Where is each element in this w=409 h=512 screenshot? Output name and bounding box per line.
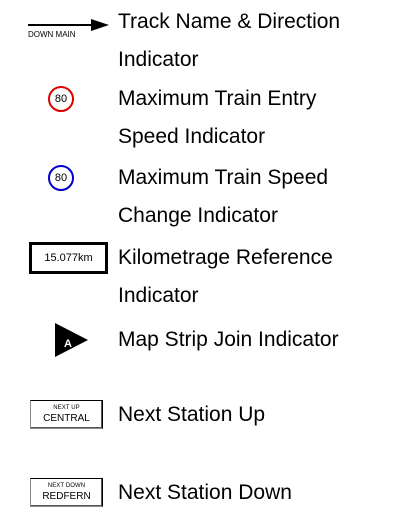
triangle-pointer-icon: A [55,323,88,357]
kilometrage-description-line1: Kilometrage Reference [118,246,333,269]
next-up-description: Next Station Up [118,403,266,426]
entry-speed-sign-icon: 80 [48,86,74,112]
track-name-label: DOWN MAIN [28,30,76,39]
next-station-down-box: NEXT DOWN REDFERN [30,478,103,507]
next-up-station-name: CENTRAL [43,413,90,424]
entry-speed-description-line1: Maximum Train Entry [118,87,317,110]
next-down-caption: NEXT DOWN [47,483,86,489]
speed-change-sign-icon: 80 [48,165,74,191]
kilometrage-value: 15.077km [44,252,93,264]
strip-join-description: Map Strip Join Indicator [118,328,339,351]
next-down-description: Next Station Down [118,481,292,504]
next-up-caption: NEXT UP [53,405,80,411]
track-description-line2: Indicator [118,48,199,71]
strip-join-letter: A [64,338,72,350]
entry-speed-value: 80 [54,93,68,105]
kilometrage-description-line2: Indicator [118,284,199,307]
speed-change-description-line2: Change Indicator [118,204,278,227]
next-station-up-box: NEXT UP CENTRAL [30,400,103,429]
kilometrage-reference-box: 15.077km [29,242,108,274]
speed-change-value: 80 [54,172,68,184]
next-down-station-name: REDFERN [42,491,91,502]
track-description-line1: Track Name & Direction [118,10,341,33]
speed-change-description-line1: Maximum Train Speed [118,166,329,189]
entry-speed-description-line2: Speed Indicator [118,125,266,148]
